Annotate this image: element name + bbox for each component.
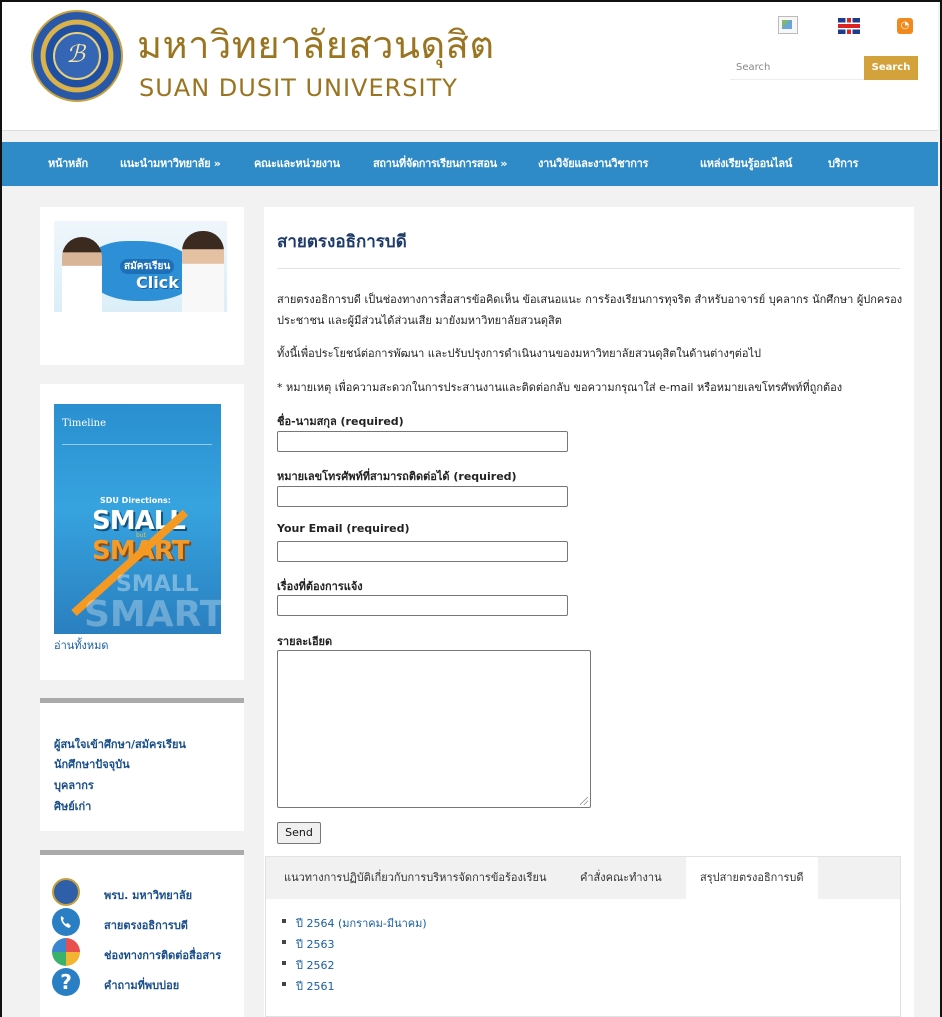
nav-item-about[interactable]: แนะนำมหาวิทยาลัย » (120, 142, 221, 186)
question-icon[interactable]: ? (52, 968, 80, 996)
sdu-directions-poster[interactable]: Timeline SDU Directions: SMALL but SMART… (54, 404, 221, 634)
note-paragraph: * หมายเหตุ เพื่อความสะดวกในการประสานงานแ… (277, 381, 843, 394)
university-seal-logo[interactable]: ℬ (31, 10, 123, 102)
site-header: ℬ มหาวิทยาลัยสวนดุสิต SUAN DUSIT UNIVERS… (2, 2, 938, 131)
summary-link-2563[interactable]: ปี 2563 (281, 935, 334, 953)
site-title-thai[interactable]: มหาวิทยาลัยสวนดุสิต (137, 14, 495, 75)
phone-field[interactable] (277, 486, 568, 507)
nav-item-services[interactable]: บริการ (828, 142, 858, 186)
search-input[interactable]: Search (730, 56, 864, 80)
page-title: สายตรงอธิการบดี (277, 232, 407, 252)
purpose-paragraph: ทั้งนี้เพื่อประโยชน์ต่อการพัฒนา และปรับป… (277, 347, 761, 360)
quick-link-contact[interactable]: ช่องทางการติดต่อสื่อสาร (104, 946, 221, 964)
quick-link-hotline[interactable]: สายตรงอธิการบดี (104, 916, 188, 934)
nav-item-campuses[interactable]: สถานที่จัดการเรียนการสอน » (373, 142, 508, 186)
main-content: สายตรงอธิการบดี สายตรงอธิการบดี เป็นช่อง… (264, 207, 914, 1017)
nav-item-faculties[interactable]: คณะและหน่วยงาน (254, 142, 340, 186)
phone-field-label: หมายเลขโทรศัพท์ที่สามารถติดต่อได้ (requi… (277, 470, 517, 483)
sidebar-link-alumni[interactable]: ศิษย์เก่า (54, 797, 91, 815)
detail-field-label: รายละเอียด (277, 635, 333, 648)
detail-textarea[interactable] (277, 650, 591, 808)
poster-watermark-smart: SMART (84, 594, 221, 634)
read-all-link[interactable]: อ่านทั้งหมด (54, 636, 109, 654)
sidebar-audience-box: ผู้สนใจเข้าศึกษา/สมัครเรียน นักศึกษาปัจจ… (40, 703, 244, 831)
tab-working-committee[interactable]: คำสั่งคณะทำงาน (566, 857, 676, 899)
phone-icon[interactable] (52, 908, 80, 936)
summary-link-2562[interactable]: ปี 2562 (281, 956, 334, 974)
apply-banner[interactable]: สมัครเรียน Click (54, 221, 227, 312)
nav-item-research[interactable]: งานวิจัยและงานวิชาการ (538, 142, 648, 186)
name-field[interactable] (277, 431, 568, 452)
intro-paragraph: สายตรงอธิการบดี เป็นช่องทางการสื่อสารข้อ… (277, 293, 903, 327)
site-title-english[interactable]: SUAN DUSIT UNIVERSITY (139, 74, 458, 102)
seal-monogram-icon: ℬ (53, 32, 101, 80)
nav-item-online-learning[interactable]: แหล่งเรียนรู้ออนไลน์ (700, 142, 792, 186)
nav-item-home[interactable]: หน้าหลัก (48, 142, 88, 186)
broken-image-icon[interactable] (778, 16, 798, 34)
name-field-label: ชื่อ-นามสกุล (required) (277, 415, 404, 428)
email-field-label: Your Email (required) (277, 522, 410, 535)
search-button[interactable]: Search (864, 56, 918, 80)
contact-icon[interactable] (52, 938, 80, 966)
subject-field[interactable] (277, 595, 568, 616)
send-button[interactable]: Send (277, 822, 321, 844)
poster-columns (62, 444, 212, 474)
sidebar-poster-box: Timeline SDU Directions: SMALL but SMART… (40, 384, 244, 680)
sidebar-link-staff[interactable]: บุคลากร (54, 776, 94, 794)
title-divider (277, 268, 900, 269)
quick-link-faq[interactable]: คำถามที่พบบ่อย (104, 976, 179, 994)
tab-hotline-summary[interactable]: สรุปสายตรงอธิการบดี (686, 857, 818, 899)
subject-field-label: เรื่องที่ต้องการแจ้ง (277, 580, 363, 593)
main-nav: หน้าหลัก แนะนำมหาวิทยาลัย » คณะและหน่วยง… (2, 142, 938, 186)
poster-subtitle: SDU Directions: (100, 496, 171, 505)
sidebar-link-prospective[interactable]: ผู้สนใจเข้าศึกษา/สมัครเรียน (54, 735, 186, 753)
summary-tabs-panel: แนวทางการปฏิบัติเกี่ยวกับการบริหารจัดการ… (265, 856, 901, 1017)
summary-link-2564[interactable]: ปี 2564 (มกราคม-มีนาคม) (282, 914, 427, 932)
summary-link-2561[interactable]: ปี 2561 (281, 977, 334, 995)
tab-complaint-guidelines[interactable]: แนวทางการปฏิบัติเกี่ยวกับการบริหารจัดการ… (270, 857, 560, 899)
rss-icon[interactable]: ◔ (897, 18, 913, 34)
seal-icon[interactable] (52, 878, 80, 906)
sidebar-link-students[interactable]: นักศึกษาปัจจุบัน (54, 755, 130, 773)
poster-timeline-heading: Timeline (62, 418, 107, 429)
apply-banner-click: Click (136, 273, 179, 292)
student-photo-female (182, 231, 224, 312)
quick-link-act[interactable]: พรบ. มหาวิทยาลัย (104, 886, 192, 904)
sidebar-apply-box: สมัครเรียน Click (40, 207, 244, 365)
email-field[interactable] (277, 541, 568, 562)
student-photo-male (62, 237, 102, 312)
sidebar-quick-box: พรบ. มหาวิทยาลัย สายตรงอธิการบดี ช่องทาง… (40, 855, 244, 1017)
tabs-bar: แนวทางการปฏิบัติเกี่ยวกับการบริหารจัดการ… (266, 857, 900, 899)
apply-banner-text: สมัครเรียน (120, 259, 175, 274)
uk-flag-icon[interactable] (838, 18, 860, 34)
